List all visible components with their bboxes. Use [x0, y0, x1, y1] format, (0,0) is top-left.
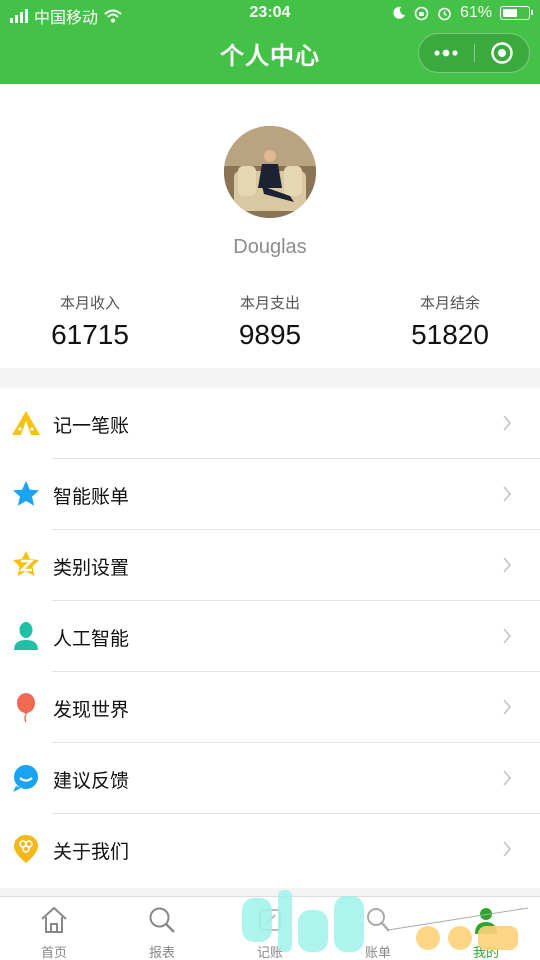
- menu-item-smart-bill[interactable]: 智能账单: [0, 459, 540, 530]
- balloon-icon: [10, 691, 42, 723]
- tab-label: 我的: [472, 945, 499, 960]
- tab-label: 报表: [148, 945, 175, 960]
- chevron-right-icon: [503, 699, 512, 715]
- tab-home[interactable]: 首页: [0, 897, 108, 960]
- edit-icon: [259, 909, 281, 931]
- stat-label: 本月收入: [59, 295, 120, 312]
- battery-percent: 61%: [459, 4, 492, 21]
- close-mini-program-button[interactable]: [475, 34, 530, 72]
- menu-item-label: 关于我们: [53, 842, 130, 863]
- battery-icon: [500, 6, 533, 20]
- home-icon: [41, 906, 67, 933]
- chevron-right-icon: [503, 628, 512, 644]
- tab-bill[interactable]: 账单: [324, 897, 432, 960]
- z-badge-icon: [10, 549, 42, 581]
- user-icon: [475, 908, 497, 934]
- menu-item-feedback[interactable]: 建议反馈: [0, 743, 540, 814]
- chat-bubble-icon: [10, 762, 42, 794]
- tab-report[interactable]: 报表: [108, 897, 216, 960]
- top-bar: 中国移动 23:04 61% 个人中心: [0, 0, 540, 84]
- stat-value: 9895: [238, 319, 302, 350]
- stat-balance: 本月结余 51820: [360, 292, 540, 351]
- star-icon: [10, 478, 42, 510]
- more-dots-icon: [434, 49, 458, 57]
- username: Douglas: [233, 236, 307, 258]
- person-icon: [10, 620, 42, 652]
- stat-income: 本月收入 61715: [0, 292, 180, 351]
- menu-item-about[interactable]: 关于我们: [0, 814, 540, 885]
- menu-item-label: 建议反馈: [53, 771, 130, 792]
- stat-expense: 本月支出 9895: [180, 292, 360, 351]
- alarm-icon: [438, 7, 451, 20]
- stat-label: 本月支出: [239, 295, 300, 312]
- menu-item-category-settings[interactable]: 类别设置: [0, 530, 540, 601]
- profile-card: Douglas 本月收入 61715 本月支出 9895 本月结余 51820: [0, 84, 540, 368]
- target-close-icon: [491, 42, 513, 64]
- menu-item-label: 人工智能: [53, 629, 130, 650]
- chevron-right-icon: [503, 841, 512, 857]
- avatar[interactable]: [224, 126, 316, 218]
- tab-label: 记账: [256, 945, 283, 960]
- stat-value: 51820: [411, 319, 489, 350]
- menu-item-label: 类别设置: [53, 558, 130, 579]
- stat-value: 61715: [51, 319, 129, 350]
- orientation-lock-icon: [414, 6, 429, 20]
- menu-item-label: 记一笔账: [53, 416, 130, 437]
- mini-program-capsule: [418, 33, 530, 73]
- chevron-right-icon: [503, 415, 512, 431]
- status-bar: 中国移动 23:04 61%: [0, 0, 540, 28]
- menu-item-ai[interactable]: 人工智能: [0, 601, 540, 672]
- chevron-right-icon: [503, 557, 512, 573]
- menu-item-label: 智能账单: [53, 487, 130, 508]
- chevron-right-icon: [503, 770, 512, 786]
- bill-icon: [367, 908, 390, 932]
- menu-list: 记一笔账 智能账单 类别设置 人工智能 发现世界 建议反馈 关于我们: [0, 388, 540, 888]
- stat-label: 本月结余: [419, 295, 480, 312]
- menu-item-label: 发现世界: [53, 700, 130, 721]
- tent-icon: [10, 407, 42, 439]
- tab-label: 首页: [40, 945, 67, 960]
- location-pin-icon: [10, 833, 42, 865]
- menu-item-discover[interactable]: 发现世界: [0, 672, 540, 743]
- chevron-right-icon: [503, 486, 512, 502]
- tab-label: 账单: [364, 945, 391, 960]
- tab-mine[interactable]: 我的: [432, 897, 540, 960]
- tab-bar: 首页 报表 记账 账单 我的: [0, 896, 540, 960]
- menu-item-record[interactable]: 记一笔账: [0, 388, 540, 459]
- more-button[interactable]: [419, 34, 474, 72]
- search-icon: [149, 907, 175, 933]
- moon-icon: [393, 6, 405, 19]
- tab-record[interactable]: 记账: [216, 897, 324, 960]
